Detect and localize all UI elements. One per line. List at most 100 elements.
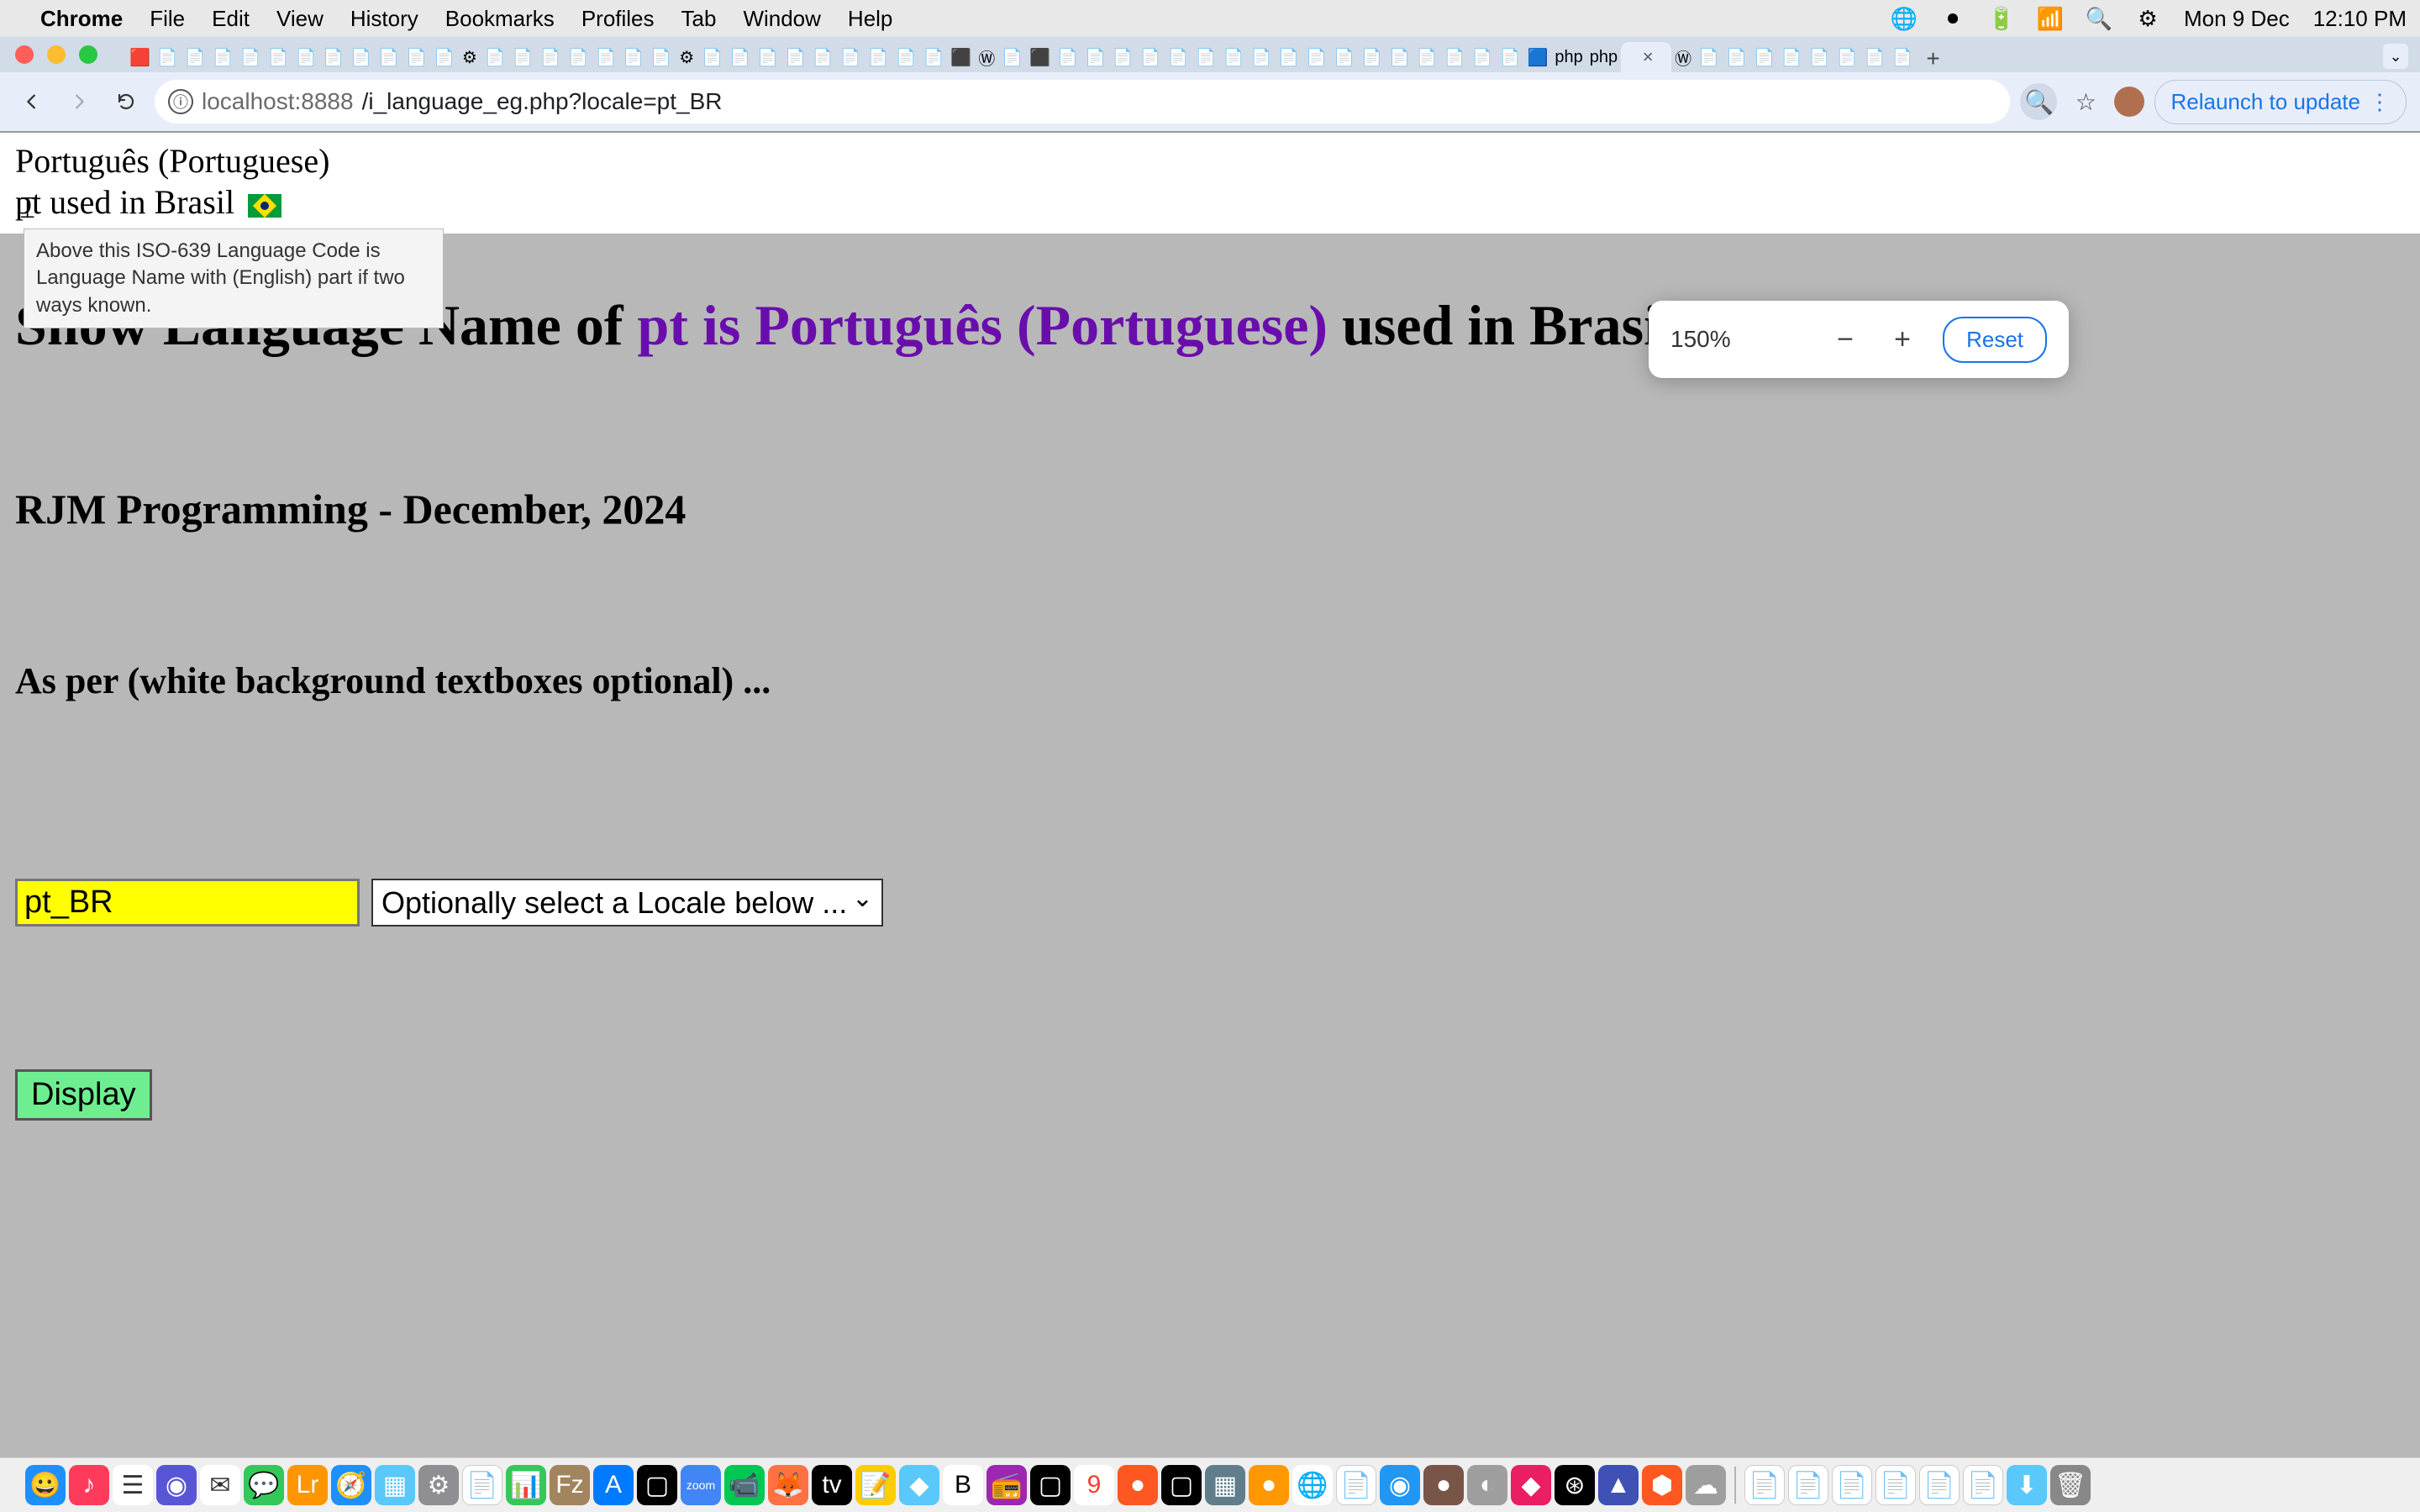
background-tab[interactable]: 📄 xyxy=(402,42,430,72)
menu-profiles[interactable]: Profiles xyxy=(581,6,655,32)
menu-view[interactable]: View xyxy=(276,6,324,32)
background-tab[interactable]: Ⓦ xyxy=(975,42,998,72)
globe-icon[interactable]: 🌐 xyxy=(1891,6,1917,31)
background-tab[interactable]: 📄 xyxy=(1469,42,1497,72)
podcasts-icon[interactable]: 📻 xyxy=(986,1465,1027,1505)
zoom-icon[interactable]: zoom xyxy=(681,1465,721,1505)
close-tab-icon[interactable]: × xyxy=(1643,46,1654,68)
fullscreen-window-button[interactable] xyxy=(79,45,97,64)
wifi-icon[interactable]: 📶 xyxy=(2038,6,2063,31)
doc-icon[interactable]: 📄 xyxy=(1744,1465,1785,1505)
background-tab[interactable]: Ⓦ xyxy=(1671,42,1695,72)
background-tab[interactable]: 📄 xyxy=(865,42,892,72)
finder-icon[interactable]: 😀 xyxy=(25,1465,66,1505)
background-tab[interactable]: 📄 xyxy=(182,42,209,72)
downloads-icon[interactable]: ⬇ xyxy=(2007,1465,2047,1505)
facetime-icon[interactable]: 📹 xyxy=(724,1465,765,1505)
app-icon[interactable]: ● xyxy=(1423,1465,1464,1505)
filezilla-icon[interactable]: Fz xyxy=(550,1465,590,1505)
menubar-app-name[interactable]: Chrome xyxy=(40,6,123,32)
trash-icon[interactable]: 🗑 xyxy=(2050,1465,2091,1505)
app-icon[interactable]: ☁ xyxy=(1686,1465,1726,1505)
background-tab[interactable]: 📄 xyxy=(265,42,292,72)
menubar-date[interactable]: Mon 9 Dec xyxy=(2184,6,2290,32)
tv-icon[interactable]: tv xyxy=(812,1465,852,1505)
background-tab[interactable]: 📄 xyxy=(1137,42,1165,72)
menu-tab[interactable]: Tab xyxy=(681,6,717,32)
background-tab[interactable]: 📄 xyxy=(1889,42,1917,72)
tab-list-dropdown[interactable]: ⌄ xyxy=(2383,44,2408,69)
locale-select[interactable]: Optionally select a Locale below ... xyxy=(371,879,883,927)
menu-help[interactable]: Help xyxy=(848,6,892,32)
app-icon[interactable]: ▦ xyxy=(375,1465,415,1505)
background-tab[interactable]: 📄 xyxy=(1358,42,1386,72)
relaunch-button[interactable]: Relaunch to update ⋮ xyxy=(2154,80,2407,124)
app-icon[interactable]: ◆ xyxy=(899,1465,939,1505)
menu-file[interactable]: File xyxy=(150,6,185,32)
background-tab[interactable]: 📄 xyxy=(1275,42,1302,72)
profile-avatar[interactable] xyxy=(2114,87,2144,117)
background-tab[interactable]: 📄 xyxy=(619,42,647,72)
app-icon[interactable]: ▦ xyxy=(1205,1465,1245,1505)
background-tab[interactable]: php xyxy=(1551,42,1586,72)
background-tab[interactable]: 📄 xyxy=(809,42,837,72)
app-icon[interactable]: ◆ xyxy=(1511,1465,1551,1505)
background-tab[interactable]: 📄 xyxy=(319,42,347,72)
background-tab[interactable]: 🟦 xyxy=(1524,42,1552,72)
battery-icon[interactable]: 🔋 xyxy=(1989,6,2014,31)
background-tab[interactable]: 📄 xyxy=(430,42,458,72)
display-button[interactable]: Display xyxy=(15,1069,152,1121)
background-tab[interactable]: 📄 xyxy=(154,42,182,72)
terminal2-icon[interactable]: ▢ xyxy=(1030,1465,1071,1505)
notes-icon[interactable]: 📝 xyxy=(855,1465,896,1505)
background-tab[interactable]: 📄 xyxy=(1833,42,1861,72)
background-tab[interactable]: 📄 xyxy=(1386,42,1413,72)
address-bar[interactable]: ⓘ localhost:8888/i_language_eg.php?local… xyxy=(155,80,2010,123)
background-tab[interactable]: 📄 xyxy=(1695,42,1723,72)
zoom-reset-button[interactable]: Reset xyxy=(1943,317,2047,363)
reminders-icon[interactable]: ☰ xyxy=(113,1465,153,1505)
podcasts-icon[interactable]: ◉ xyxy=(156,1465,197,1505)
terminal-icon[interactable]: ▢ xyxy=(637,1465,677,1505)
app-icon[interactable]: ▲ xyxy=(1598,1465,1639,1505)
background-tab[interactable]: 📄 xyxy=(1165,42,1192,72)
background-tab[interactable]: 🟥 xyxy=(126,42,154,72)
bold-icon[interactable]: B xyxy=(943,1465,983,1505)
background-tab[interactable]: 📄 xyxy=(1497,42,1524,72)
app-icon[interactable]: ⬢ xyxy=(1642,1465,1682,1505)
back-button[interactable] xyxy=(13,83,50,120)
background-tab[interactable]: 📄 xyxy=(1081,42,1109,72)
close-window-button[interactable] xyxy=(15,45,34,64)
music-icon[interactable]: ♪ xyxy=(69,1465,109,1505)
background-tab[interactable]: 📄 xyxy=(754,42,781,72)
app-icon[interactable]: ● xyxy=(1118,1465,1158,1505)
background-tab[interactable]: 📄 xyxy=(565,42,592,72)
background-tab[interactable]: 📄 xyxy=(347,42,375,72)
numbers-icon[interactable]: 📊 xyxy=(506,1465,546,1505)
background-tab[interactable]: 📄 xyxy=(919,42,947,72)
zoom-in-button[interactable]: + xyxy=(1886,323,1919,356)
app-icon[interactable]: ⊛ xyxy=(1555,1465,1595,1505)
background-tab[interactable]: 📄 xyxy=(592,42,620,72)
background-tab[interactable]: 📄 xyxy=(1302,42,1330,72)
background-tab[interactable]: 📄 xyxy=(892,42,920,72)
firefox-icon[interactable]: 🦊 xyxy=(768,1465,808,1505)
background-tab[interactable]: 📄 xyxy=(481,42,509,72)
menu-window[interactable]: Window xyxy=(743,6,820,32)
background-tab[interactable]: 📄 xyxy=(1054,42,1081,72)
zoom-indicator-icon[interactable]: 🔍 xyxy=(2020,83,2057,120)
background-tab[interactable]: 📄 xyxy=(1413,42,1441,72)
new-tab-button[interactable]: + xyxy=(1916,45,1949,72)
background-tab[interactable]: 📄 xyxy=(1109,42,1137,72)
menu-history[interactable]: History xyxy=(350,6,418,32)
doc-icon[interactable]: 📄 xyxy=(1336,1465,1376,1505)
forward-button[interactable] xyxy=(60,83,97,120)
background-tab[interactable]: 📄 xyxy=(537,42,565,72)
background-tab[interactable]: 📄 xyxy=(1750,42,1778,72)
app-icon[interactable]: ◐ xyxy=(1467,1465,1507,1505)
doc-icon[interactable]: 📄 xyxy=(1919,1465,1960,1505)
record-icon[interactable]: ⏺ xyxy=(1940,6,1965,31)
console-icon[interactable]: ▢ xyxy=(1161,1465,1202,1505)
zoom-out-button[interactable]: − xyxy=(1828,323,1862,356)
background-tab[interactable]: 📄 xyxy=(1778,42,1806,72)
